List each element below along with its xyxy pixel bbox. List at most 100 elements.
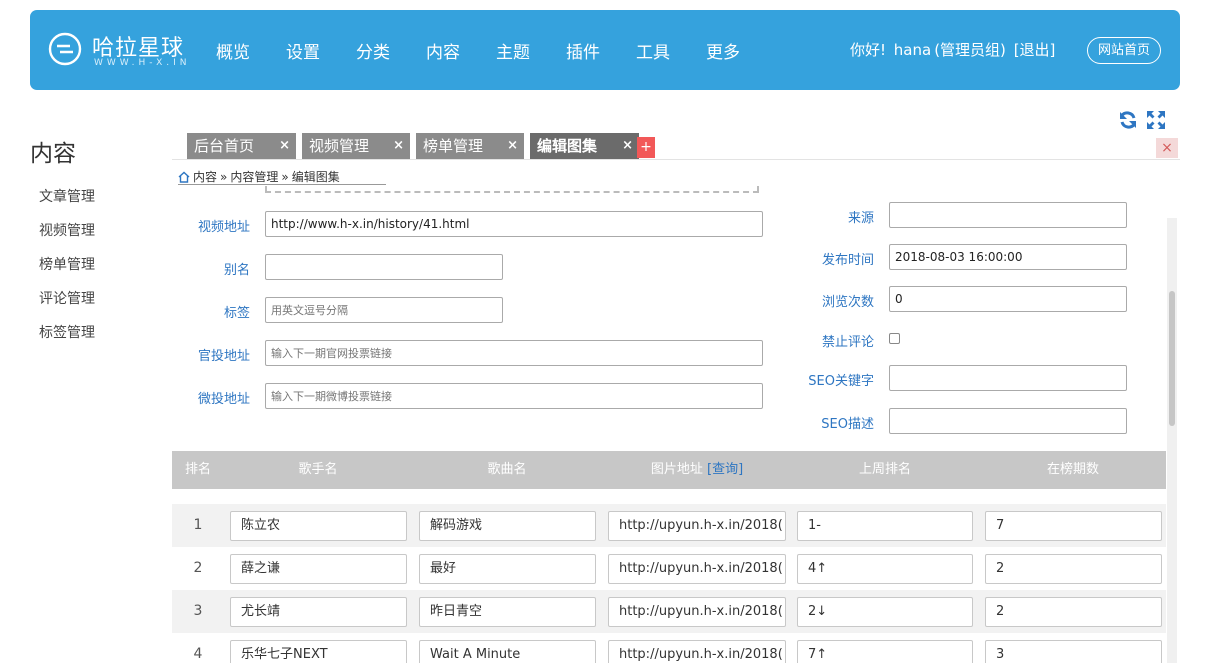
breadcrumb-current: 编辑图集 — [291, 170, 340, 184]
seo-desc-label: SEO描述 — [821, 417, 874, 432]
image-url-input[interactable]: http://upyun.h-x.in/2018( — [608, 511, 786, 541]
publish-time-input[interactable] — [889, 244, 1127, 270]
weibo-vote-input[interactable] — [265, 383, 763, 409]
tab-label: 视频管理 — [309, 137, 370, 155]
sidebar-item-tags[interactable]: 标签管理 — [39, 322, 95, 356]
image-url-input[interactable]: http://upyun.h-x.in/2018( — [608, 554, 786, 584]
sidebar-item-videos[interactable]: 视频管理 — [39, 220, 95, 254]
song-input[interactable]: 最好 — [419, 554, 596, 584]
tags-input[interactable] — [265, 297, 503, 323]
nav-content[interactable]: 内容 — [426, 38, 460, 63]
user-role: (管理员组) — [934, 41, 1006, 59]
tab-label: 后台首页 — [194, 137, 255, 155]
official-vote-label: 官投地址 — [197, 349, 250, 364]
nav-plugins[interactable]: 插件 — [566, 38, 600, 63]
row-rank: 1 — [193, 517, 203, 533]
nav-themes[interactable]: 主题 — [496, 38, 530, 63]
nav-more[interactable]: 更多 — [706, 38, 740, 63]
th-weeks: 在榜期数 — [1046, 462, 1099, 477]
last-week-input[interactable]: 2↓ — [797, 597, 973, 627]
song-input[interactable]: 昨日青空 — [419, 597, 596, 627]
breadcrumb-content[interactable]: 内容 — [193, 168, 217, 185]
sidebar-menu: 文章管理 视频管理 榜单管理 评论管理 标签管理 — [39, 186, 95, 356]
nav-tools[interactable]: 工具 — [636, 38, 670, 63]
sidebar-item-comments[interactable]: 评论管理 — [39, 288, 95, 322]
song-input[interactable]: 解码游戏 — [419, 511, 596, 541]
views-label: 浏览次数 — [821, 295, 874, 310]
tab-close-icon[interactable]: × — [393, 133, 404, 159]
last-week-input[interactable]: 4↑ — [797, 554, 973, 584]
no-comment-checkbox[interactable] — [889, 333, 900, 344]
tab-edit-gallery[interactable]: 编辑图集 × — [530, 133, 639, 159]
tab-divider — [172, 159, 1180, 160]
th-rank: 排名 — [184, 462, 211, 477]
close-all-tabs-button[interactable]: × — [1156, 138, 1178, 158]
tab-close-icon[interactable]: × — [279, 133, 290, 159]
table-row: 2 薛之谦 最好 http://upyun.h-x.in/2018( 4↑ 2 — [172, 547, 1166, 590]
weeks-input[interactable]: 2 — [985, 597, 1162, 627]
last-week-input[interactable]: 7↑ — [797, 640, 973, 663]
singer-input[interactable]: 薛之谦 — [230, 554, 407, 584]
refresh-icon[interactable] — [1118, 110, 1138, 130]
row-rank: 4 — [193, 646, 203, 662]
user-area: 你好! hana (管理员组) [退出] — [850, 39, 1058, 60]
th-image: 图片地址 [查询] — [607, 451, 787, 489]
breadcrumb-content-manage[interactable]: 内容管理 — [230, 168, 278, 185]
views-input[interactable] — [889, 286, 1127, 312]
tab-close-icon[interactable]: × — [507, 133, 518, 159]
seo-keywords-input[interactable] — [889, 365, 1127, 391]
breadcrumb-sep: » — [281, 169, 289, 184]
table-row: 1 陈立农 解码游戏 http://upyun.h-x.in/2018( 1- … — [172, 504, 1166, 547]
singer-input[interactable]: 尤长靖 — [230, 597, 407, 627]
seo-desc-input[interactable] — [889, 408, 1127, 434]
tab-add-button[interactable]: + — [637, 137, 655, 158]
image-url-input[interactable]: http://upyun.h-x.in/2018( — [608, 640, 786, 663]
th-last-week: 上周排名 — [858, 462, 911, 477]
source-input[interactable] — [889, 202, 1127, 228]
query-link[interactable]: [查询] — [707, 462, 743, 477]
sidebar-item-articles[interactable]: 文章管理 — [39, 186, 95, 220]
table-row: 4 乐华七子NEXT Wait A Minute http://upyun.h-… — [172, 633, 1166, 663]
nav-settings[interactable]: 设置 — [286, 38, 320, 63]
sidebar-title: 内容 — [30, 141, 76, 167]
sidebar-item-charts[interactable]: 榜单管理 — [39, 254, 95, 288]
weeks-input[interactable]: 3 — [985, 640, 1162, 663]
song-input[interactable]: Wait A Minute — [419, 640, 596, 663]
home-icon[interactable] — [178, 171, 190, 183]
singer-input[interactable]: 陈立农 — [230, 511, 407, 541]
alias-input[interactable] — [265, 254, 503, 280]
th-singer: 歌手名 — [298, 462, 338, 477]
tab-label: 编辑图集 — [537, 137, 598, 155]
scrollbar-track[interactable] — [1167, 218, 1177, 663]
scrollbar-thumb[interactable] — [1169, 291, 1175, 426]
logout-link[interactable]: [退出] — [1014, 41, 1056, 59]
tab-video-manage[interactable]: 视频管理 × — [302, 133, 410, 159]
image-url-input[interactable]: http://upyun.h-x.in/2018( — [608, 597, 786, 627]
top-bar: 哈拉星球 WWW.H-X.IN 概览 设置 分类 内容 主题 插件 工具 更多 … — [30, 10, 1180, 90]
table-row: 3 尤长靖 昨日青空 http://upyun.h-x.in/2018( 2↓ … — [172, 590, 1166, 633]
official-vote-input[interactable] — [265, 340, 763, 366]
no-comment-label: 禁止评论 — [821, 335, 874, 350]
source-label: 来源 — [847, 211, 874, 226]
last-week-input[interactable]: 1- — [797, 511, 973, 541]
nav-categories[interactable]: 分类 — [356, 38, 390, 63]
weeks-input[interactable]: 7 — [985, 511, 1162, 541]
alias-label: 别名 — [223, 263, 250, 278]
username[interactable]: hana — [894, 41, 931, 59]
weeks-input[interactable]: 2 — [985, 554, 1162, 584]
fullscreen-icon[interactable] — [1146, 110, 1166, 130]
video-url-input[interactable] — [265, 211, 763, 237]
weibo-vote-label: 微投地址 — [197, 392, 250, 407]
th-song: 歌曲名 — [487, 462, 527, 477]
site-home-button[interactable]: 网站首页 — [1087, 37, 1161, 64]
tab-close-icon[interactable]: × — [622, 133, 633, 159]
tab-chart-manage[interactable]: 榜单管理 × — [416, 133, 524, 159]
singer-input[interactable]: 乐华七子NEXT — [230, 640, 407, 663]
tab-admin-home[interactable]: 后台首页 × — [187, 133, 296, 159]
dashed-divider — [265, 186, 759, 193]
video-url-label: 视频地址 — [197, 220, 250, 235]
nav-overview[interactable]: 概览 — [216, 38, 250, 63]
tags-label: 标签 — [223, 306, 250, 321]
logo[interactable]: 哈拉星球 WWW.H-X.IN — [48, 30, 198, 74]
brand-sub: WWW.H-X.IN — [94, 58, 191, 68]
